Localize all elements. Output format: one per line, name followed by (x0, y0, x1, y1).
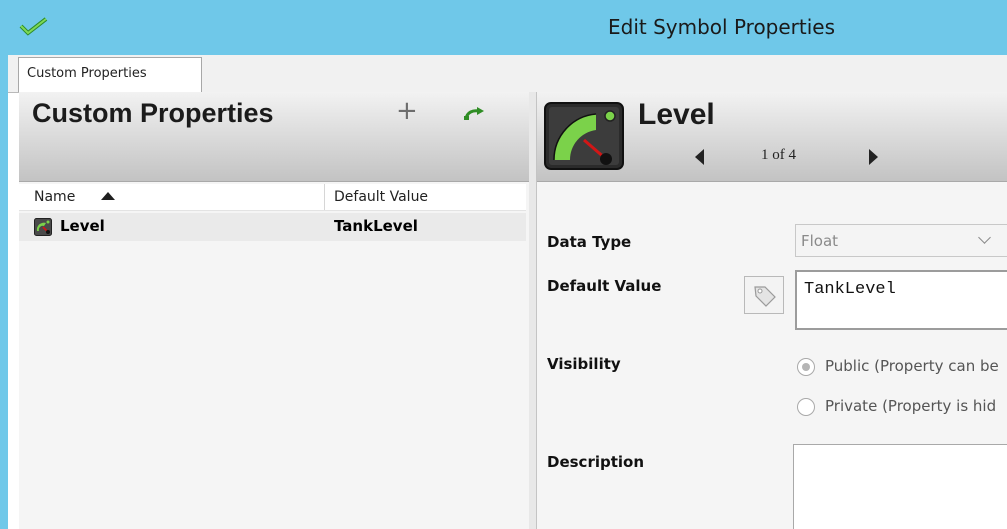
table-row[interactable]: Level TankLevel (19, 213, 526, 241)
list-panel-header: Custom Properties + (19, 92, 529, 182)
checkmark-icon (19, 17, 48, 36)
default-value-label: Default Value (547, 277, 662, 295)
undo-arrow-icon[interactable] (463, 107, 485, 121)
private-radio-label[interactable]: Private (Property is hid (825, 397, 996, 415)
panel-title: Custom Properties (32, 98, 274, 128)
column-header-name[interactable]: Name (34, 189, 75, 205)
data-type-value: Float (801, 232, 839, 250)
previous-arrow-icon[interactable] (695, 149, 704, 165)
sort-ascending-icon (101, 192, 115, 200)
private-radio[interactable] (797, 398, 815, 416)
title-bar: Edit Symbol Properties (0, 0, 1007, 55)
tab-strip: Custom Properties (8, 55, 1007, 93)
data-type-select[interactable]: Float (795, 224, 1007, 257)
window-frame (0, 55, 8, 529)
window-title: Edit Symbol Properties (608, 15, 836, 39)
row-default-value-cell: TankLevel (334, 217, 418, 235)
visibility-label: Visibility (547, 355, 621, 373)
description-label: Description (547, 453, 645, 471)
tag-icon (754, 286, 776, 307)
public-radio-label[interactable]: Public (Property can be (825, 357, 999, 375)
row-name-cell: Level (60, 217, 105, 235)
public-radio[interactable] (797, 358, 815, 376)
tab-custom-properties[interactable]: Custom Properties (18, 57, 202, 92)
panel-splitter[interactable] (529, 92, 536, 529)
properties-list-panel: Custom Properties + Name Default Value L… (19, 92, 530, 529)
page-indicator: 1 of 4 (761, 147, 796, 163)
property-title: Level (638, 98, 715, 131)
gauge-icon (34, 218, 52, 236)
column-headers: Name Default Value (19, 184, 526, 211)
tag-browse-button[interactable] (744, 276, 784, 314)
chevron-down-icon (978, 231, 991, 244)
detail-panel-header: Level 1 of 4 (537, 92, 1007, 182)
property-detail-panel: Level 1 of 4 Data Type Float Default Val… (536, 92, 1007, 529)
column-header-default-value[interactable]: Default Value (334, 189, 428, 205)
add-property-button[interactable]: + (396, 98, 418, 124)
description-field[interactable] (793, 444, 1007, 529)
default-value-text: TankLevel (804, 280, 896, 299)
data-type-label: Data Type (547, 233, 632, 251)
tab-label: Custom Properties (27, 66, 147, 81)
default-value-field[interactable]: TankLevel (795, 270, 1007, 330)
gauge-icon (544, 102, 624, 170)
next-arrow-icon[interactable] (869, 149, 878, 165)
column-divider[interactable] (324, 184, 325, 210)
